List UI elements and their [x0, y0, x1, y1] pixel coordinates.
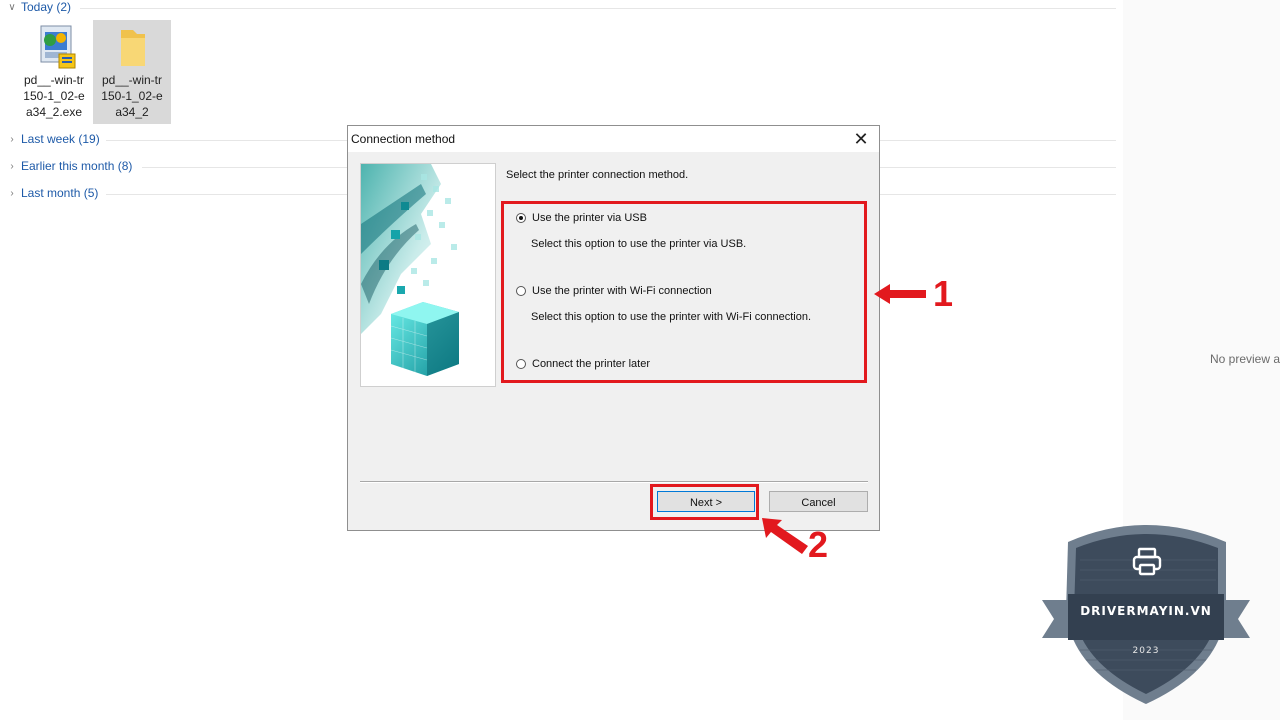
file-name-line: pd__-win-tr: [101, 73, 163, 87]
group-last-week[interactable]: › Last week (19): [6, 132, 100, 146]
close-icon[interactable]: ✕: [849, 128, 873, 150]
file-name-line: a34_2.exe: [25, 105, 83, 119]
watermark-brand: DRIVERMAYIN.VN: [1080, 604, 1212, 618]
watermark-year: 2023: [1132, 646, 1160, 656]
group-divider: [80, 8, 1116, 9]
highlight-box-options: [501, 201, 867, 383]
arrow-up-left-icon: [762, 518, 808, 554]
folder-icon: [107, 24, 157, 70]
chevron-right-icon: ›: [10, 187, 14, 199]
file-item-exe[interactable]: pd__-win-tr 150-1_02-e a34_2.exe: [15, 20, 93, 124]
dialog-title: Connection method: [351, 132, 456, 146]
dialog-titlebar[interactable]: Connection method ✕: [348, 126, 879, 152]
arrow-left-icon: [874, 284, 926, 304]
group-label: Last week (19): [21, 132, 100, 146]
chevron-right-icon: ›: [10, 133, 14, 145]
file-item-folder[interactable]: pd__-win-tr 150-1_02-e a34_2: [93, 20, 171, 124]
canon-banner-image: [360, 163, 496, 387]
file-name-line: 150-1_02-e: [23, 89, 85, 103]
cancel-button[interactable]: Cancel: [769, 491, 868, 512]
group-label: Today (2): [21, 0, 72, 14]
dialog-separator: [360, 481, 868, 483]
installer-exe-icon: [29, 24, 79, 70]
step-number-2: 2: [808, 524, 829, 565]
file-name-line: pd__-win-tr: [23, 73, 85, 87]
group-label: Last month (5): [21, 186, 99, 200]
group-earlier-this-month[interactable]: › Earlier this month (8): [6, 159, 132, 173]
dialog-prompt: Select the printer connection method.: [506, 169, 689, 181]
step-number-1: 1: [933, 273, 954, 314]
no-preview-text: No preview a: [1210, 352, 1280, 366]
drivermayin-watermark: DRIVERMAYIN.VN 2023: [1040, 520, 1252, 706]
group-label: Earlier this month (8): [21, 159, 133, 173]
file-name-line: 150-1_02-e: [101, 89, 163, 103]
group-last-month[interactable]: › Last month (5): [6, 186, 98, 200]
chevron-right-icon: ›: [10, 160, 14, 172]
group-today[interactable]: ∨ Today (2): [6, 0, 71, 14]
file-name-line: a34_2: [115, 105, 149, 119]
chevron-down-icon: ∨: [8, 1, 16, 13]
highlight-box-next: [650, 484, 759, 520]
